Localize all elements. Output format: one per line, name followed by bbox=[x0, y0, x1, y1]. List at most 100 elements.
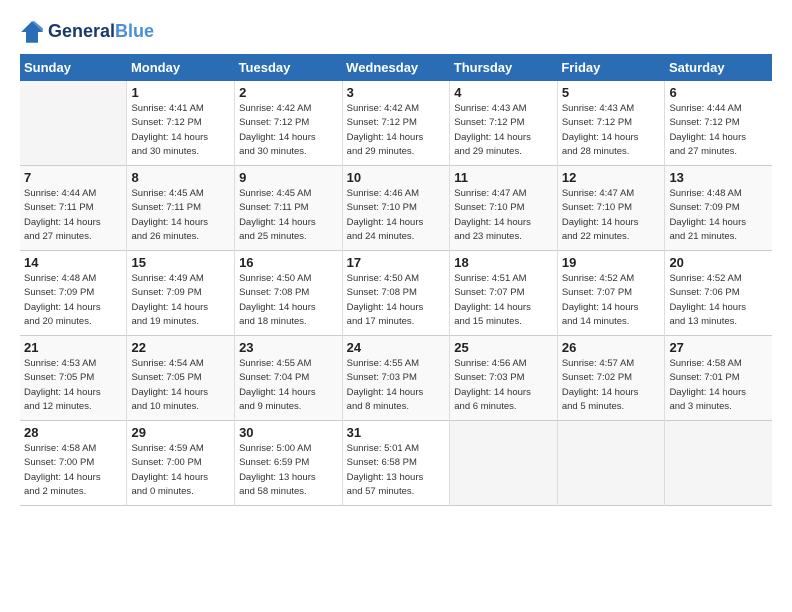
calendar-cell: 12 Sunrise: 4:47 AM Sunset: 7:10 PM Dayli… bbox=[557, 166, 665, 251]
calendar-cell: 4 Sunrise: 4:43 AM Sunset: 7:12 PM Daylig… bbox=[450, 81, 558, 166]
calendar-cell: 18 Sunrise: 4:51 AM Sunset: 7:07 PM Dayli… bbox=[450, 251, 558, 336]
day-info: Sunrise: 4:44 AM Sunset: 7:11 PM Dayligh… bbox=[24, 187, 122, 244]
col-header-wednesday: Wednesday bbox=[342, 54, 450, 81]
day-info: Sunrise: 4:45 AM Sunset: 7:11 PM Dayligh… bbox=[131, 187, 230, 244]
day-info: Sunrise: 5:01 AM Sunset: 6:58 PM Dayligh… bbox=[347, 442, 446, 499]
day-info: Sunrise: 4:47 AM Sunset: 7:10 PM Dayligh… bbox=[562, 187, 661, 244]
calendar-cell: 8 Sunrise: 4:45 AM Sunset: 7:11 PM Daylig… bbox=[127, 166, 235, 251]
day-number: 4 bbox=[454, 85, 553, 100]
day-number: 27 bbox=[669, 340, 768, 355]
day-number: 21 bbox=[24, 340, 122, 355]
col-header-thursday: Thursday bbox=[450, 54, 558, 81]
day-number: 30 bbox=[239, 425, 338, 440]
day-info: Sunrise: 4:52 AM Sunset: 7:07 PM Dayligh… bbox=[562, 272, 661, 329]
day-info: Sunrise: 4:48 AM Sunset: 7:09 PM Dayligh… bbox=[669, 187, 768, 244]
calendar-cell: 7 Sunrise: 4:44 AM Sunset: 7:11 PM Daylig… bbox=[20, 166, 127, 251]
calendar-cell: 19 Sunrise: 4:52 AM Sunset: 7:07 PM Dayli… bbox=[557, 251, 665, 336]
day-number: 9 bbox=[239, 170, 338, 185]
day-info: Sunrise: 4:50 AM Sunset: 7:08 PM Dayligh… bbox=[347, 272, 446, 329]
day-info: Sunrise: 4:41 AM Sunset: 7:12 PM Dayligh… bbox=[131, 102, 230, 159]
col-header-saturday: Saturday bbox=[665, 54, 772, 81]
day-number: 26 bbox=[562, 340, 661, 355]
day-number: 17 bbox=[347, 255, 446, 270]
day-info: Sunrise: 4:47 AM Sunset: 7:10 PM Dayligh… bbox=[454, 187, 553, 244]
logo-text: GeneralBlue bbox=[48, 22, 154, 42]
day-info: Sunrise: 4:57 AM Sunset: 7:02 PM Dayligh… bbox=[562, 357, 661, 414]
day-number: 29 bbox=[131, 425, 230, 440]
calendar-table: SundayMondayTuesdayWednesdayThursdayFrid… bbox=[20, 54, 772, 506]
calendar-cell: 20 Sunrise: 4:52 AM Sunset: 7:06 PM Dayli… bbox=[665, 251, 772, 336]
day-number: 10 bbox=[347, 170, 446, 185]
calendar-cell: 13 Sunrise: 4:48 AM Sunset: 7:09 PM Dayli… bbox=[665, 166, 772, 251]
day-info: Sunrise: 4:55 AM Sunset: 7:03 PM Dayligh… bbox=[347, 357, 446, 414]
calendar-cell: 6 Sunrise: 4:44 AM Sunset: 7:12 PM Daylig… bbox=[665, 81, 772, 166]
calendar-cell bbox=[450, 421, 558, 506]
day-info: Sunrise: 4:52 AM Sunset: 7:06 PM Dayligh… bbox=[669, 272, 768, 329]
day-info: Sunrise: 4:43 AM Sunset: 7:12 PM Dayligh… bbox=[454, 102, 553, 159]
calendar-cell: 29 Sunrise: 4:59 AM Sunset: 7:00 PM Dayli… bbox=[127, 421, 235, 506]
day-info: Sunrise: 4:44 AM Sunset: 7:12 PM Dayligh… bbox=[669, 102, 768, 159]
calendar-cell bbox=[20, 81, 127, 166]
calendar-cell: 31 Sunrise: 5:01 AM Sunset: 6:58 PM Dayli… bbox=[342, 421, 450, 506]
day-info: Sunrise: 4:42 AM Sunset: 7:12 PM Dayligh… bbox=[239, 102, 338, 159]
day-info: Sunrise: 4:49 AM Sunset: 7:09 PM Dayligh… bbox=[131, 272, 230, 329]
day-number: 14 bbox=[24, 255, 122, 270]
calendar-cell: 16 Sunrise: 4:50 AM Sunset: 7:08 PM Dayli… bbox=[235, 251, 343, 336]
calendar-cell: 1 Sunrise: 4:41 AM Sunset: 7:12 PM Daylig… bbox=[127, 81, 235, 166]
day-number: 12 bbox=[562, 170, 661, 185]
day-info: Sunrise: 4:51 AM Sunset: 7:07 PM Dayligh… bbox=[454, 272, 553, 329]
day-number: 13 bbox=[669, 170, 768, 185]
col-header-sunday: Sunday bbox=[20, 54, 127, 81]
page-header: GeneralBlue bbox=[20, 20, 772, 44]
calendar-cell: 2 Sunrise: 4:42 AM Sunset: 7:12 PM Daylig… bbox=[235, 81, 343, 166]
day-info: Sunrise: 4:56 AM Sunset: 7:03 PM Dayligh… bbox=[454, 357, 553, 414]
day-info: Sunrise: 4:50 AM Sunset: 7:08 PM Dayligh… bbox=[239, 272, 338, 329]
calendar-cell: 24 Sunrise: 4:55 AM Sunset: 7:03 PM Dayli… bbox=[342, 336, 450, 421]
logo-icon bbox=[20, 20, 44, 44]
day-number: 2 bbox=[239, 85, 338, 100]
calendar-cell: 11Sunrise: 4:47 AM Sunset: 7:10 PM Dayli… bbox=[450, 166, 558, 251]
day-number: 8 bbox=[131, 170, 230, 185]
day-info: Sunrise: 4:55 AM Sunset: 7:04 PM Dayligh… bbox=[239, 357, 338, 414]
calendar-cell: 27 Sunrise: 4:58 AM Sunset: 7:01 PM Dayli… bbox=[665, 336, 772, 421]
calendar-cell: 30 Sunrise: 5:00 AM Sunset: 6:59 PM Dayli… bbox=[235, 421, 343, 506]
day-info: Sunrise: 4:53 AM Sunset: 7:05 PM Dayligh… bbox=[24, 357, 122, 414]
day-info: Sunrise: 5:00 AM Sunset: 6:59 PM Dayligh… bbox=[239, 442, 338, 499]
day-info: Sunrise: 4:58 AM Sunset: 7:00 PM Dayligh… bbox=[24, 442, 122, 499]
calendar-cell: 25 Sunrise: 4:56 AM Sunset: 7:03 PM Dayli… bbox=[450, 336, 558, 421]
calendar-cell: 3 Sunrise: 4:42 AM Sunset: 7:12 PM Daylig… bbox=[342, 81, 450, 166]
calendar-cell: 10Sunrise: 4:46 AM Sunset: 7:10 PM Dayli… bbox=[342, 166, 450, 251]
day-number: 19 bbox=[562, 255, 661, 270]
day-info: Sunrise: 4:58 AM Sunset: 7:01 PM Dayligh… bbox=[669, 357, 768, 414]
calendar-cell: 14 Sunrise: 4:48 AM Sunset: 7:09 PM Dayli… bbox=[20, 251, 127, 336]
day-info: Sunrise: 4:42 AM Sunset: 7:12 PM Dayligh… bbox=[347, 102, 446, 159]
calendar-cell: 21 Sunrise: 4:53 AM Sunset: 7:05 PM Dayli… bbox=[20, 336, 127, 421]
day-info: Sunrise: 4:59 AM Sunset: 7:00 PM Dayligh… bbox=[131, 442, 230, 499]
day-number: 31 bbox=[347, 425, 446, 440]
day-info: Sunrise: 4:54 AM Sunset: 7:05 PM Dayligh… bbox=[131, 357, 230, 414]
day-number: 3 bbox=[347, 85, 446, 100]
day-number: 5 bbox=[562, 85, 661, 100]
calendar-cell: 23 Sunrise: 4:55 AM Sunset: 7:04 PM Dayli… bbox=[235, 336, 343, 421]
day-number: 24 bbox=[347, 340, 446, 355]
day-number: 7 bbox=[24, 170, 122, 185]
col-header-tuesday: Tuesday bbox=[235, 54, 343, 81]
day-number: 18 bbox=[454, 255, 553, 270]
day-number: 15 bbox=[131, 255, 230, 270]
day-number: 20 bbox=[669, 255, 768, 270]
day-info: Sunrise: 4:48 AM Sunset: 7:09 PM Dayligh… bbox=[24, 272, 122, 329]
calendar-cell: 5 Sunrise: 4:43 AM Sunset: 7:12 PM Daylig… bbox=[557, 81, 665, 166]
day-info: Sunrise: 4:45 AM Sunset: 7:11 PM Dayligh… bbox=[239, 187, 338, 244]
day-number: 6 bbox=[669, 85, 768, 100]
calendar-cell: 15 Sunrise: 4:49 AM Sunset: 7:09 PM Dayli… bbox=[127, 251, 235, 336]
day-info: Sunrise: 4:43 AM Sunset: 7:12 PM Dayligh… bbox=[562, 102, 661, 159]
day-number: 28 bbox=[24, 425, 122, 440]
day-number: 23 bbox=[239, 340, 338, 355]
day-number: 25 bbox=[454, 340, 553, 355]
col-header-friday: Friday bbox=[557, 54, 665, 81]
day-number: 1 bbox=[131, 85, 230, 100]
logo: GeneralBlue bbox=[20, 20, 154, 44]
calendar-cell bbox=[665, 421, 772, 506]
day-number: 16 bbox=[239, 255, 338, 270]
calendar-cell: 26 Sunrise: 4:57 AM Sunset: 7:02 PM Dayli… bbox=[557, 336, 665, 421]
